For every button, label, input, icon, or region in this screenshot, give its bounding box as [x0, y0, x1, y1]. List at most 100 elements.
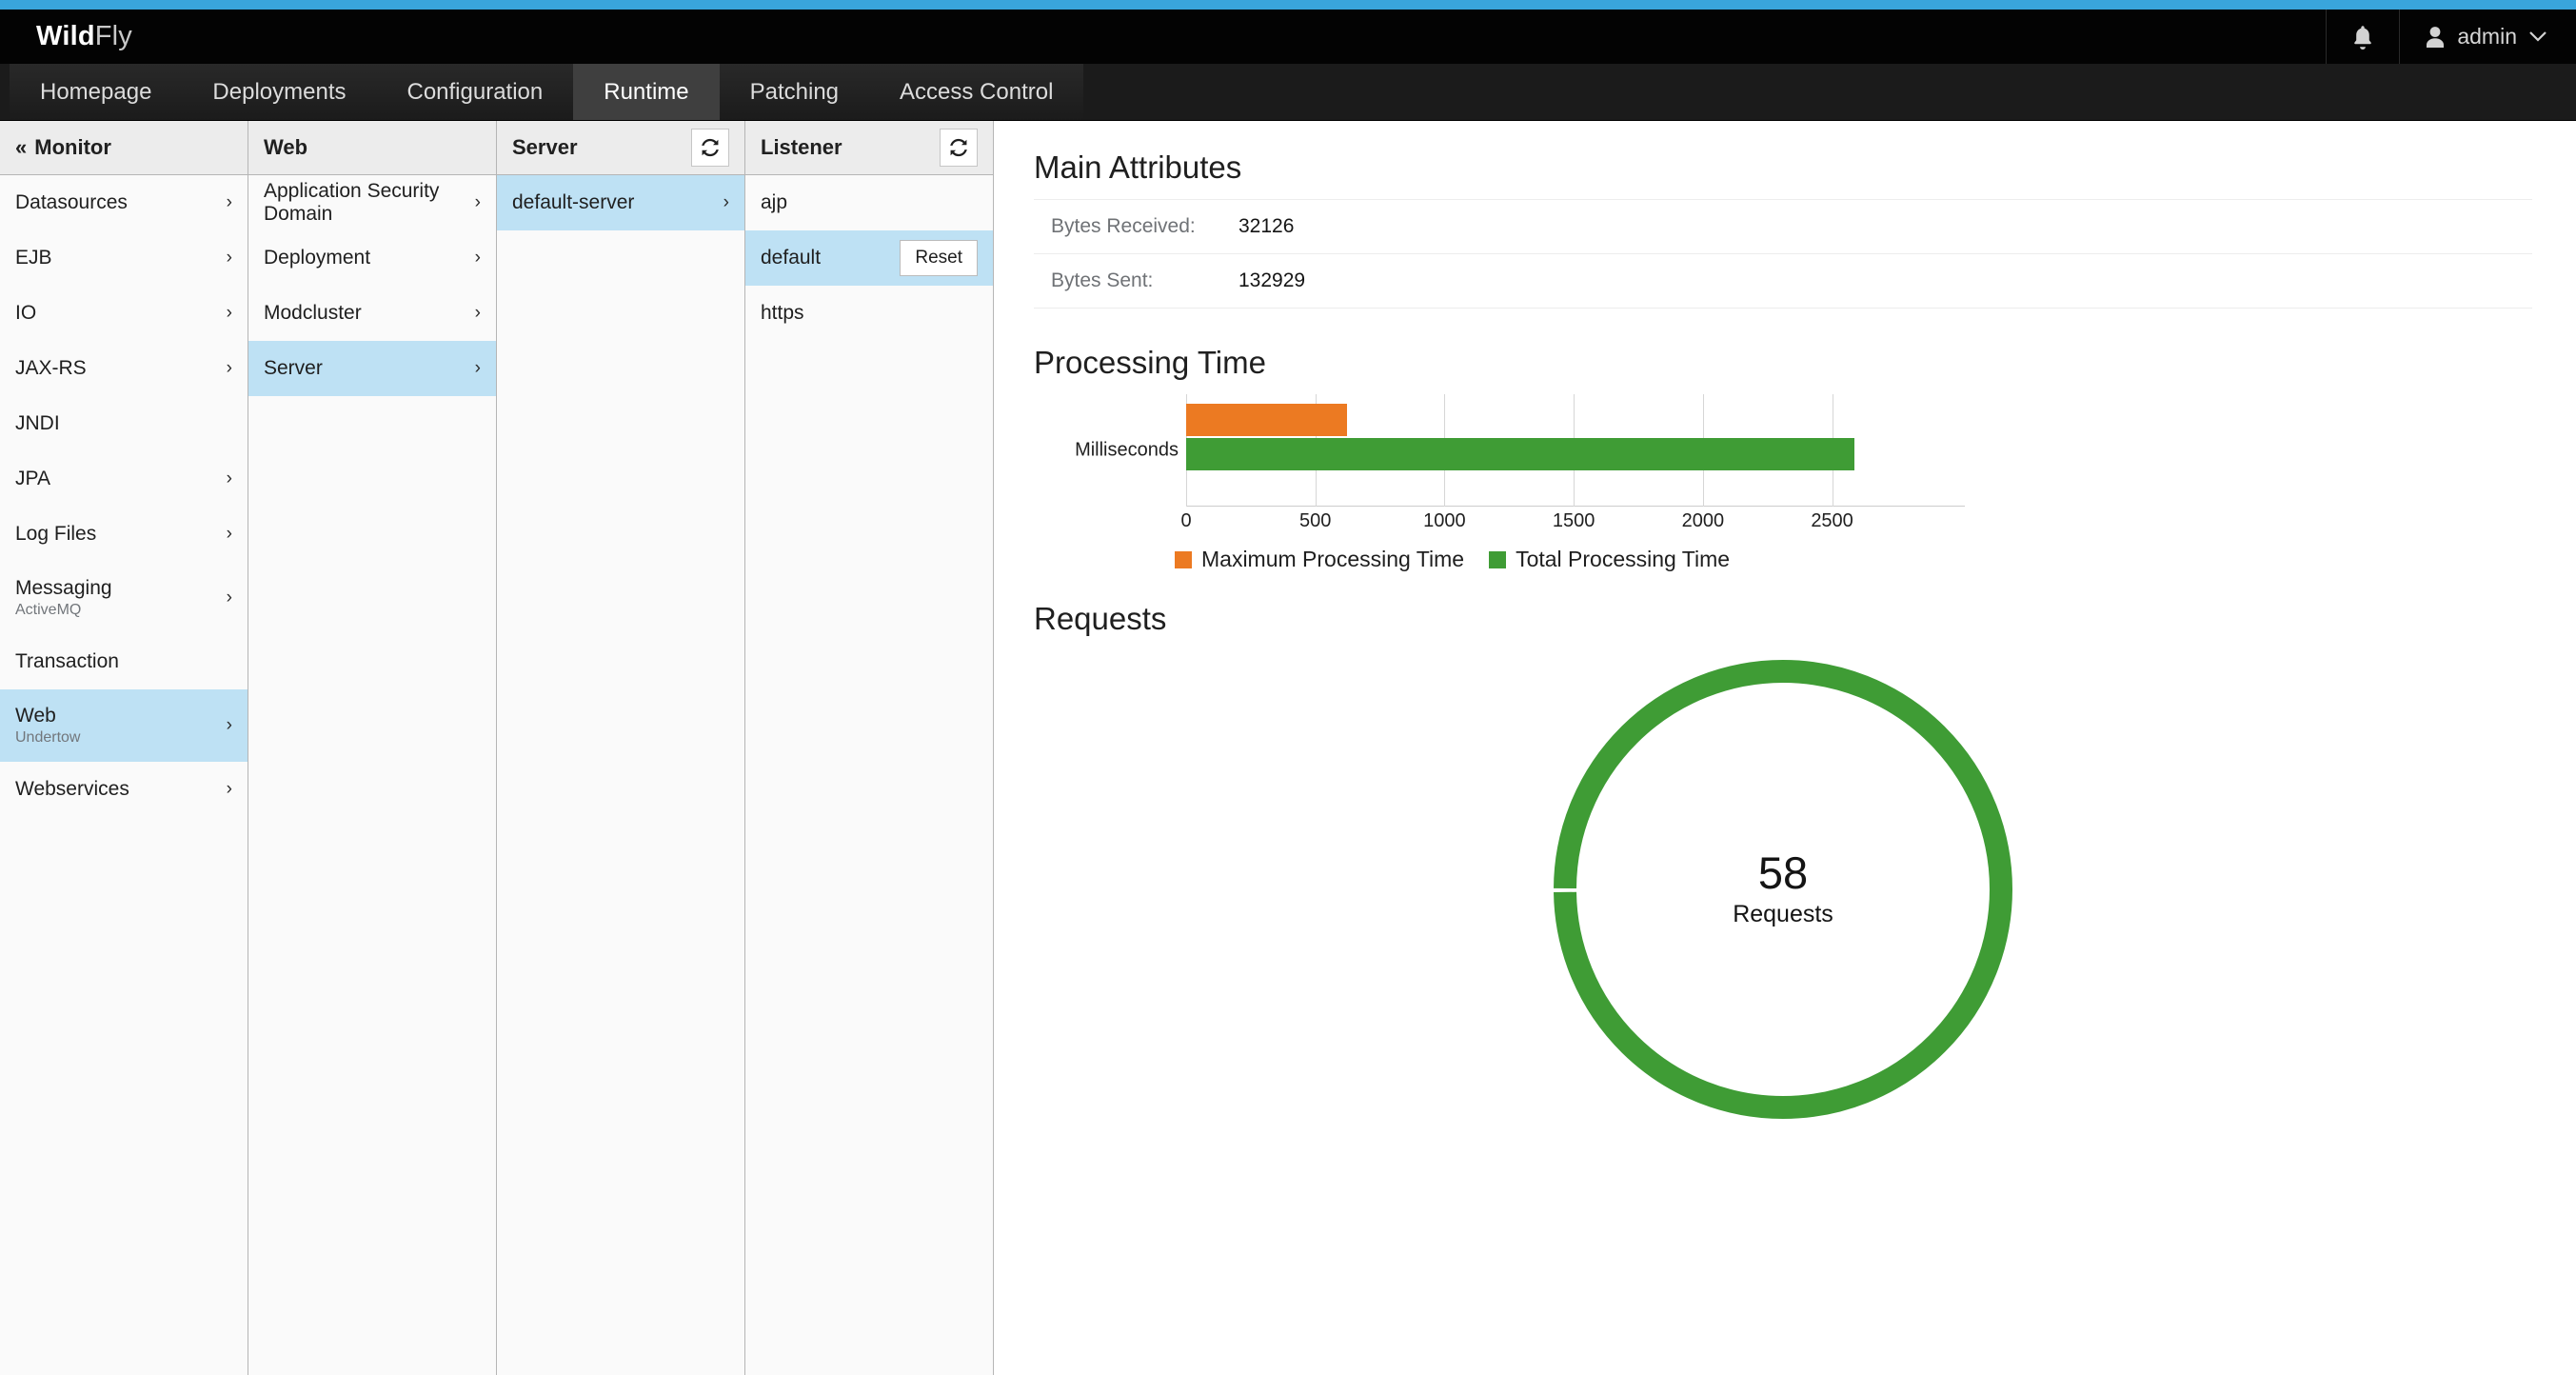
x-tick-label: 2000	[1682, 510, 1725, 532]
finder-column-listener: Listener ajp default Reset https	[745, 121, 994, 1375]
user-menu[interactable]: admin	[2399, 10, 2576, 64]
chevron-right-icon: ›	[227, 303, 232, 324]
sidebar-item-transaction[interactable]: Transaction	[0, 634, 248, 689]
sidebar-item-web[interactable]: Web Undertow ›	[0, 689, 248, 762]
listener-item-default[interactable]: default Reset	[745, 230, 993, 286]
listener-item-ajp[interactable]: ajp	[745, 175, 993, 230]
nav-item-homepage[interactable]: Homepage	[10, 64, 182, 120]
bar-tick-labels: 05001000150020002500	[1186, 507, 1910, 535]
wildfly-logo[interactable]: WildFly	[36, 21, 132, 52]
table-row: Bytes Sent: 132929	[1034, 254, 2532, 309]
nav-item-deployments[interactable]: Deployments	[182, 64, 376, 120]
refresh-icon[interactable]	[940, 129, 978, 167]
item-label: Application Security Domain	[264, 180, 475, 226]
web-item-application-security-domain[interactable]: Application Security Domain ›	[248, 175, 496, 230]
preview-pane: Main Attributes Bytes Received: 32126 By…	[994, 121, 2576, 1375]
item-label: ajp	[761, 191, 787, 214]
requests-title: Requests	[1034, 601, 2532, 637]
chevron-right-icon: ›	[227, 358, 232, 379]
accent-strip	[0, 0, 2576, 10]
header-actions: admin	[2326, 10, 2576, 64]
sidebar-item-log-files[interactable]: Log Files ›	[0, 507, 248, 562]
item-label: Web	[15, 705, 80, 727]
chevron-right-icon: ›	[475, 248, 481, 269]
sidebar-item-datasources[interactable]: Datasources ›	[0, 175, 248, 230]
item-label: EJB	[15, 247, 52, 269]
server-item-default-server[interactable]: default-server ›	[497, 175, 744, 230]
x-tick-label: 500	[1299, 510, 1331, 532]
finder-columns: « Monitor Datasources › EJB › IO › JAX-R…	[0, 121, 994, 1375]
web-item-deployment[interactable]: Deployment ›	[248, 230, 496, 286]
item-label: Server	[264, 357, 323, 380]
chevron-right-icon: ›	[227, 468, 232, 489]
sidebar-item-jpa[interactable]: JPA ›	[0, 451, 248, 507]
item-label: JAX-RS	[15, 357, 87, 380]
attribute-value: 32126	[1238, 200, 2532, 254]
sidebar-item-io[interactable]: IO ›	[0, 286, 248, 341]
attribute-key: Bytes Sent:	[1034, 254, 1238, 309]
user-icon	[2425, 26, 2446, 49]
legend-swatch	[1489, 551, 1506, 568]
attribute-value: 132929	[1238, 254, 2532, 309]
item-label: Deployment	[264, 247, 370, 269]
web-column-header: Web	[248, 121, 496, 175]
refresh-icon[interactable]	[691, 129, 729, 167]
processing-time-legend: Maximum Processing Time Total Processing…	[1175, 547, 2532, 572]
legend-label: Total Processing Time	[1516, 547, 1730, 572]
processing-time-plot-area: Milliseconds	[1186, 394, 1910, 507]
nav-item-configuration[interactable]: Configuration	[376, 64, 573, 120]
monitor-column-header[interactable]: « Monitor	[0, 121, 248, 175]
listener-column-header: Listener	[745, 121, 993, 175]
legend-label: Maximum Processing Time	[1201, 547, 1464, 572]
bell-icon	[2351, 25, 2374, 50]
sidebar-item-jndi[interactable]: JNDI	[0, 396, 248, 451]
monitor-item-list: Datasources › EJB › IO › JAX-RS › JNDI	[0, 175, 248, 1375]
chevron-right-icon: ›	[227, 248, 232, 269]
web-item-server[interactable]: Server ›	[248, 341, 496, 396]
nav-item-access-control[interactable]: Access Control	[869, 64, 1083, 120]
x-tick-label: 0	[1180, 510, 1191, 532]
table-row: Bytes Received: 32126	[1034, 200, 2532, 254]
x-tick-label: 1500	[1553, 510, 1595, 532]
legend-item-total: Total Processing Time	[1489, 547, 1730, 572]
main-attributes-table: Bytes Received: 32126 Bytes Sent: 132929	[1034, 199, 2532, 309]
main-attributes-title: Main Attributes	[1034, 149, 2532, 186]
chevron-right-icon: ›	[227, 192, 232, 213]
web-item-modcluster[interactable]: Modcluster ›	[248, 286, 496, 341]
chevron-right-icon: ›	[227, 524, 232, 545]
app-header: WildFly admin	[0, 10, 2576, 64]
chevron-down-icon	[2528, 30, 2547, 43]
server-column-title: Server	[512, 135, 578, 160]
bar-axis-label: Milliseconds	[1030, 440, 1179, 462]
sidebar-item-jax-rs[interactable]: JAX-RS ›	[0, 341, 248, 396]
reset-button[interactable]: Reset	[900, 240, 978, 276]
finder-column-web: Web Application Security Domain › Deploy…	[248, 121, 497, 1375]
chevron-right-icon: ›	[227, 779, 232, 800]
listener-item-https[interactable]: https	[745, 286, 993, 341]
chevron-right-icon: ›	[475, 358, 481, 379]
item-label: Modcluster	[264, 302, 362, 325]
notifications-button[interactable]	[2326, 10, 2399, 64]
item-label: Webservices	[15, 778, 129, 801]
sidebar-item-messaging[interactable]: Messaging ActiveMQ ›	[0, 562, 248, 634]
nav-item-patching[interactable]: Patching	[720, 64, 869, 120]
item-sublabel: ActiveMQ	[15, 602, 112, 619]
monitor-column-title: Monitor	[34, 135, 111, 160]
brand-bold: Wild	[36, 21, 95, 51]
requests-count: 58	[1733, 850, 1833, 895]
x-tick-label: 2500	[1811, 510, 1853, 532]
chevron-right-icon: ›	[475, 192, 481, 213]
chevron-right-icon: ›	[475, 303, 481, 324]
back-chevron-icon[interactable]: «	[15, 135, 27, 160]
sidebar-item-webservices[interactable]: Webservices ›	[0, 762, 248, 817]
item-label: IO	[15, 302, 36, 325]
main-navigation: Homepage Deployments Configuration Runti…	[0, 64, 2576, 121]
sidebar-item-ejb[interactable]: EJB ›	[0, 230, 248, 286]
content-area: « Monitor Datasources › EJB › IO › JAX-R…	[0, 121, 2576, 1375]
web-column-title: Web	[264, 135, 307, 160]
attribute-key: Bytes Received:	[1034, 200, 1238, 254]
item-label: Datasources	[15, 191, 128, 214]
finder-column-server: Server default-server ›	[497, 121, 745, 1375]
nav-item-runtime[interactable]: Runtime	[573, 64, 719, 120]
x-tick-label: 1000	[1423, 510, 1466, 532]
